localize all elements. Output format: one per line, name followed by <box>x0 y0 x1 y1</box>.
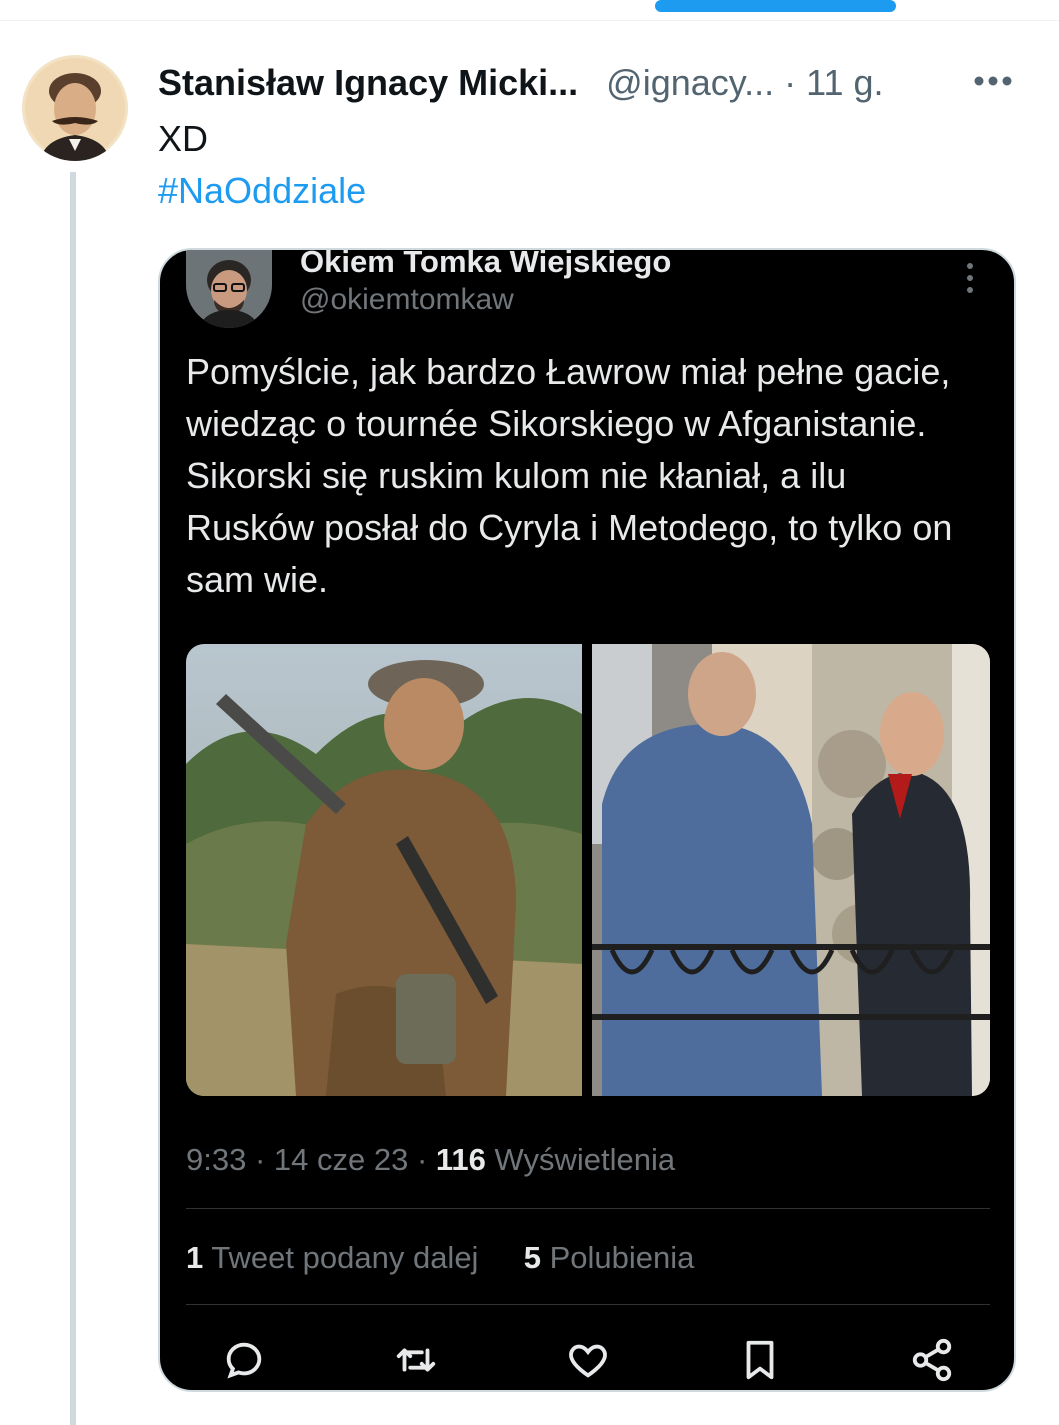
divider <box>186 1208 990 1209</box>
separator-dot: · <box>784 62 797 103</box>
active-tab-indicator <box>655 0 896 12</box>
embedded-tweet-text: Pomyślcie, jak bardzo Ławrow miał pełne … <box>186 351 953 600</box>
embedded-time: 9:33 <box>186 1142 247 1177</box>
views-label: Wyświetlenia <box>494 1142 676 1177</box>
author-handle[interactable]: @ignacy... <box>606 62 774 104</box>
likes-label: Polubienia <box>549 1240 695 1275</box>
views-count: 116 <box>435 1142 486 1177</box>
embedded-image[interactable]: Okiem Tomka Wiejskiego @okiemtomkaw Pomy… <box>158 248 1016 1392</box>
retweets-count: 1 <box>186 1240 204 1275</box>
embedded-stats: 1 Tweet podany dalej 5 Polubienia <box>186 1240 694 1276</box>
embedded-author-avatar <box>186 250 272 328</box>
embedded-author-handle: @okiemtomkaw <box>300 283 514 316</box>
more-horizontal-icon <box>974 76 1012 86</box>
post-text: XD <box>158 118 209 159</box>
hashtag-link[interactable]: #NaOddziale <box>158 170 366 212</box>
embedded-author-name: Okiem Tomka Wiejskiego <box>300 248 672 279</box>
reply-icon <box>216 1332 272 1388</box>
more-options-button[interactable] <box>968 64 1018 98</box>
author-name[interactable]: Stanisław Ignacy Micki... <box>158 62 578 104</box>
bookmark-icon <box>732 1332 788 1388</box>
retweets-label: Tweet podany dalej <box>211 1240 479 1275</box>
share-icon <box>904 1332 960 1388</box>
soldier-photo <box>186 644 582 1096</box>
thread-line <box>70 172 76 1425</box>
retweet-icon <box>388 1332 444 1388</box>
divider <box>186 1304 990 1305</box>
embedded-date: 14 cze 23 <box>273 1142 409 1177</box>
top-divider <box>0 20 1059 21</box>
post-time[interactable]: 11 g. <box>806 62 883 104</box>
embedded-more-icon <box>950 258 990 298</box>
heart-icon <box>560 1332 616 1388</box>
balcony-photo <box>592 644 990 1096</box>
embedded-meta: 9:33 · 14 cze 23 · 116 Wyświetlenia <box>186 1142 676 1177</box>
post-header: Stanisław Ignacy Micki... @ignacy... · 1… <box>158 58 884 108</box>
likes-count: 5 <box>523 1240 541 1275</box>
author-avatar[interactable] <box>22 55 128 161</box>
